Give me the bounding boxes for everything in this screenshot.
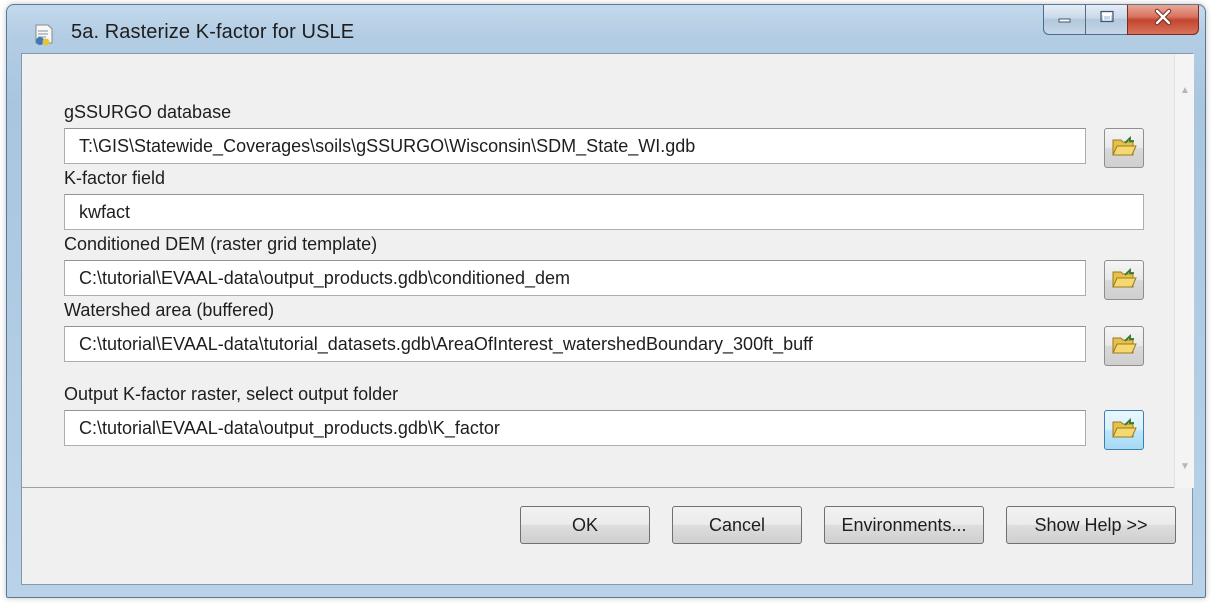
watershed-area-browse-button[interactable]	[1104, 326, 1144, 366]
conditioned-dem-input[interactable]: C:\tutorial\EVAAL-data\output_products.g…	[64, 260, 1086, 296]
title-bar[interactable]: 5a. Rasterize K-factor for USLE	[7, 5, 1205, 53]
close-icon	[1153, 8, 1173, 31]
open-folder-icon	[1111, 266, 1137, 295]
scroll-up-icon[interactable]: ▲	[1175, 80, 1195, 100]
cancel-button[interactable]: Cancel	[672, 506, 802, 544]
close-button[interactable]	[1127, 5, 1199, 35]
open-folder-icon	[1111, 134, 1137, 163]
watershed-area-label: Watershed area (buffered)	[64, 300, 275, 320]
output-k-factor-raster-label: Output K-factor raster, select output fo…	[64, 384, 399, 404]
dialog-client-area: gSSURGO database T:\GIS\Statewide_Covera…	[21, 53, 1194, 585]
open-folder-icon	[1111, 416, 1137, 445]
k-factor-field-label: K-factor field	[64, 168, 166, 188]
window-title: 5a. Rasterize K-factor for USLE	[71, 21, 355, 43]
maximize-button[interactable]	[1085, 5, 1127, 35]
tool-dialog-window: 5a. Rasterize K-factor for USLE gSSURGO …	[6, 4, 1206, 598]
watershed-area-input[interactable]: C:\tutorial\EVAAL-data\tutorial_datasets…	[64, 326, 1086, 362]
parameters-panel: gSSURGO database T:\GIS\Statewide_Covera…	[22, 54, 1194, 488]
ok-button[interactable]: OK	[520, 506, 650, 544]
gssurgo-database-input[interactable]: T:\GIS\Statewide_Coverages\soils\gSSURGO…	[64, 128, 1086, 164]
environments-button[interactable]: Environments...	[824, 506, 984, 544]
gssurgo-database-browse-button[interactable]	[1104, 128, 1144, 168]
output-k-factor-raster-input[interactable]: C:\tutorial\EVAAL-data\output_products.g…	[64, 410, 1086, 446]
conditioned-dem-browse-button[interactable]	[1104, 260, 1144, 300]
vertical-scrollbar[interactable]: ▲ ▼	[1174, 54, 1194, 488]
minimize-button[interactable]	[1043, 5, 1085, 35]
output-k-factor-raster-browse-button[interactable]	[1104, 410, 1144, 450]
show-help-button[interactable]: Show Help >>	[1006, 506, 1176, 544]
minimize-icon	[1057, 11, 1073, 29]
maximize-icon	[1099, 10, 1115, 29]
gssurgo-database-label: gSSURGO database	[64, 102, 232, 122]
python-script-icon	[31, 21, 57, 47]
k-factor-field-input[interactable]: kwfact	[64, 194, 1144, 230]
scroll-down-icon[interactable]: ▼	[1175, 456, 1195, 476]
caption-buttons	[1043, 5, 1199, 35]
conditioned-dem-label: Conditioned DEM (raster grid template)	[64, 234, 378, 254]
open-folder-icon	[1111, 332, 1137, 361]
